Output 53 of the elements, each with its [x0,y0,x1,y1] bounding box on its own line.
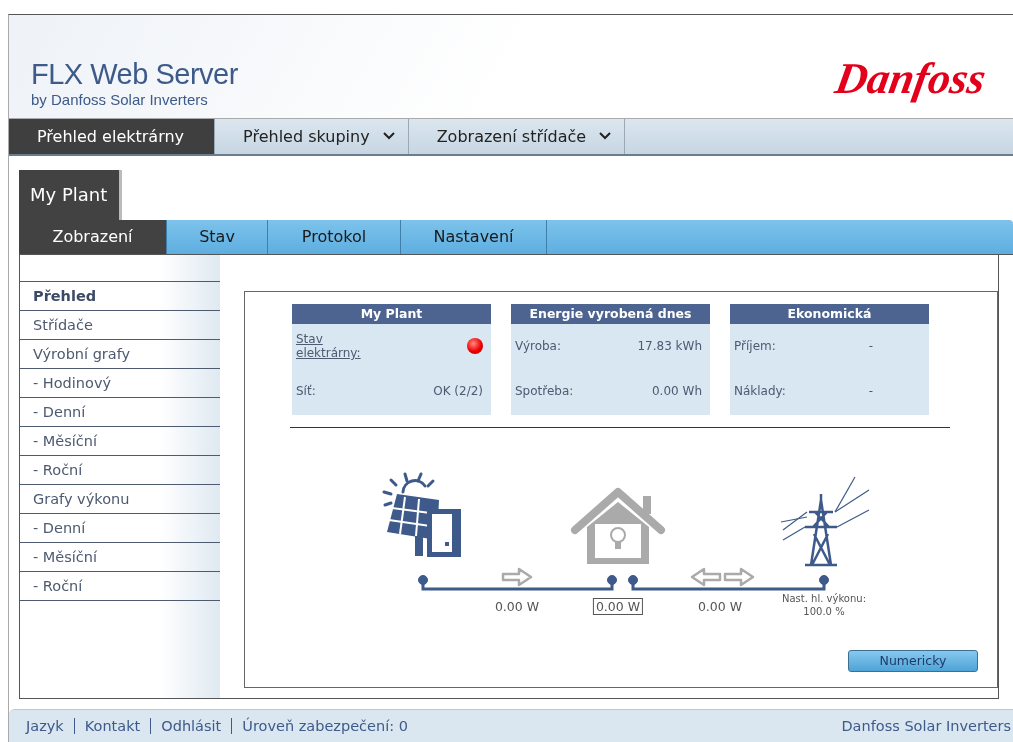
sidebar-item[interactable]: - Hodinový [20,367,220,397]
grid-limit-value: 100.0 % [802,604,846,618]
brand-logo: Danfoss [831,53,990,104]
nav-tab[interactable]: Přehled elektrárny [9,119,216,154]
power-value: 0.00 W [592,597,644,615]
power-value: 0.00 W [494,598,540,614]
sidebar-item[interactable]: - Měsíční [20,541,220,571]
field-value: - [868,384,873,399]
section-tab[interactable]: Stav [167,219,268,254]
sidebar-item[interactable]: - Denní [20,512,220,542]
field-label: Spotřeba: [515,384,574,399]
card-title: Energie vyrobená dnes [511,303,710,324]
plant-tab[interactable]: My Plant [19,169,123,220]
field-label: Výroba: [515,339,561,354]
power-value: 0.00 W [697,598,743,614]
field-value: 0.00 Wh [652,384,702,399]
sidebar-item[interactable]: - Měsíční [20,425,220,455]
grid-limit-label: Nast. hl. výkonu: [782,591,866,605]
field-label: Náklady: [734,384,786,399]
field-value: - [868,339,873,354]
power-pylon-icon [780,476,870,566]
arrow-left-icon [690,567,722,586]
card-title: Ekonomická [730,303,929,324]
arrow-right-icon [501,567,533,586]
card-title: My Plant [292,303,491,324]
solar-panel-icon [382,472,461,557]
nav-tab[interactable]: Zobrazení střídače [408,119,626,154]
field-label: Příjem: [734,339,776,354]
section-tab[interactable]: Nastavení [401,219,547,254]
security-level: Úroveň zabezpečení: 0 [242,718,408,735]
field-label: Síť: [296,384,316,399]
sidebar-item[interactable]: Výrobní grafy [20,338,220,368]
footer-link[interactable]: Odhlásit [161,718,222,735]
sidebar-item[interactable]: Přehled [20,280,220,310]
sidebar-item[interactable]: - Roční [20,454,220,484]
footer-link[interactable]: Kontakt [84,718,141,735]
footer-link[interactable]: Jazyk [26,718,64,735]
sidebar-item[interactable]: Střídače [20,309,220,339]
field-value: OK (2/2) [433,384,483,399]
section-tab[interactable]: Zobrazení [19,219,167,254]
arrow-right-icon [723,567,755,586]
plant-status-link[interactable]: Stav elektrárny: [296,332,366,361]
nav-tab[interactable]: Přehled skupiny [215,119,409,154]
section-tab[interactable]: Protokol [268,219,401,254]
app-subtitle: by Danfoss Solar Inverters [31,91,209,108]
numeric-view-button[interactable]: Numericky [848,649,978,672]
sidebar-item[interactable]: Grafy výkonu [20,483,220,513]
footer-brand: Danfoss Solar Inverters [841,718,1011,735]
house-icon [571,487,665,564]
field-value: 17.83 kWh [637,339,702,354]
sidebar-item[interactable]: - Roční [20,570,220,601]
app-title: FLX Web Server [31,59,238,89]
sidebar-item[interactable]: - Denní [20,396,220,426]
